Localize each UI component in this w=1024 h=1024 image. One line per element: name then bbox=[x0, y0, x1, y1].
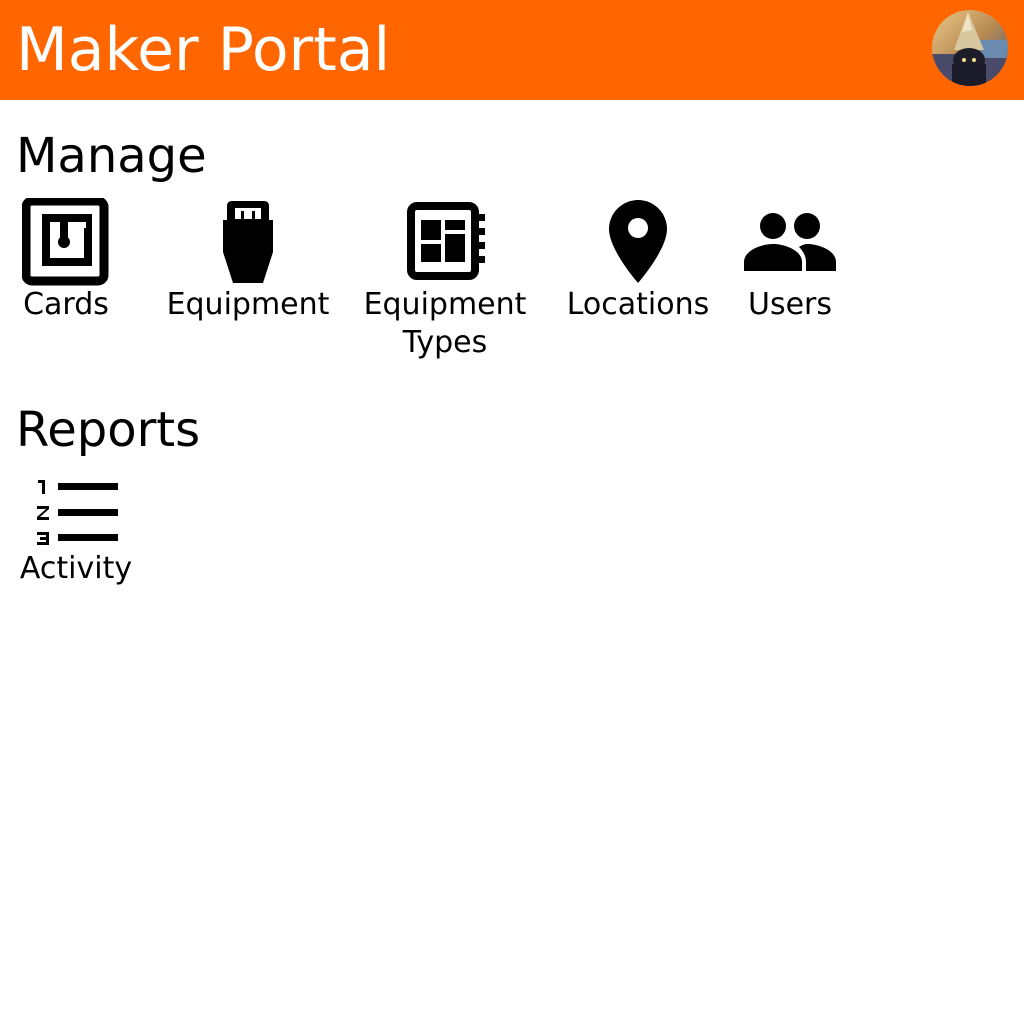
nfc-icon bbox=[22, 198, 109, 286]
manage-item-label: Users bbox=[747, 287, 832, 322]
people-icon bbox=[744, 213, 836, 271]
dashboard-chip-icon bbox=[407, 202, 485, 280]
app-header: Maker Portal bbox=[0, 0, 1024, 100]
manage-item-label: Locations bbox=[566, 287, 710, 322]
manage-item-locations[interactable]: Locations bbox=[554, 198, 722, 324]
manage-item-equipment[interactable]: Equipment bbox=[158, 198, 338, 324]
app-title: Maker Portal bbox=[16, 15, 391, 85]
numbered-list-icon bbox=[37, 480, 118, 545]
reports-section-title: Reports bbox=[16, 402, 201, 458]
manage-item-label: Equipment Types bbox=[363, 287, 527, 360]
manage-item-users[interactable]: Users bbox=[730, 198, 850, 324]
manage-item-equipment-types[interactable]: Equipment Types bbox=[352, 198, 538, 362]
avatar-image bbox=[932, 10, 1008, 86]
reports-item-label: Activity bbox=[19, 551, 133, 586]
location-pin-icon bbox=[609, 200, 667, 283]
reports-item-activity[interactable]: Activity bbox=[14, 476, 138, 588]
manage-item-cards[interactable]: Cards bbox=[6, 198, 126, 324]
manage-item-label: Cards bbox=[23, 287, 109, 322]
user-avatar[interactable] bbox=[932, 10, 1008, 86]
manage-section-title: Manage bbox=[16, 128, 207, 184]
ethernet-plug-icon bbox=[223, 201, 273, 283]
manage-item-label: Equipment bbox=[166, 287, 330, 322]
